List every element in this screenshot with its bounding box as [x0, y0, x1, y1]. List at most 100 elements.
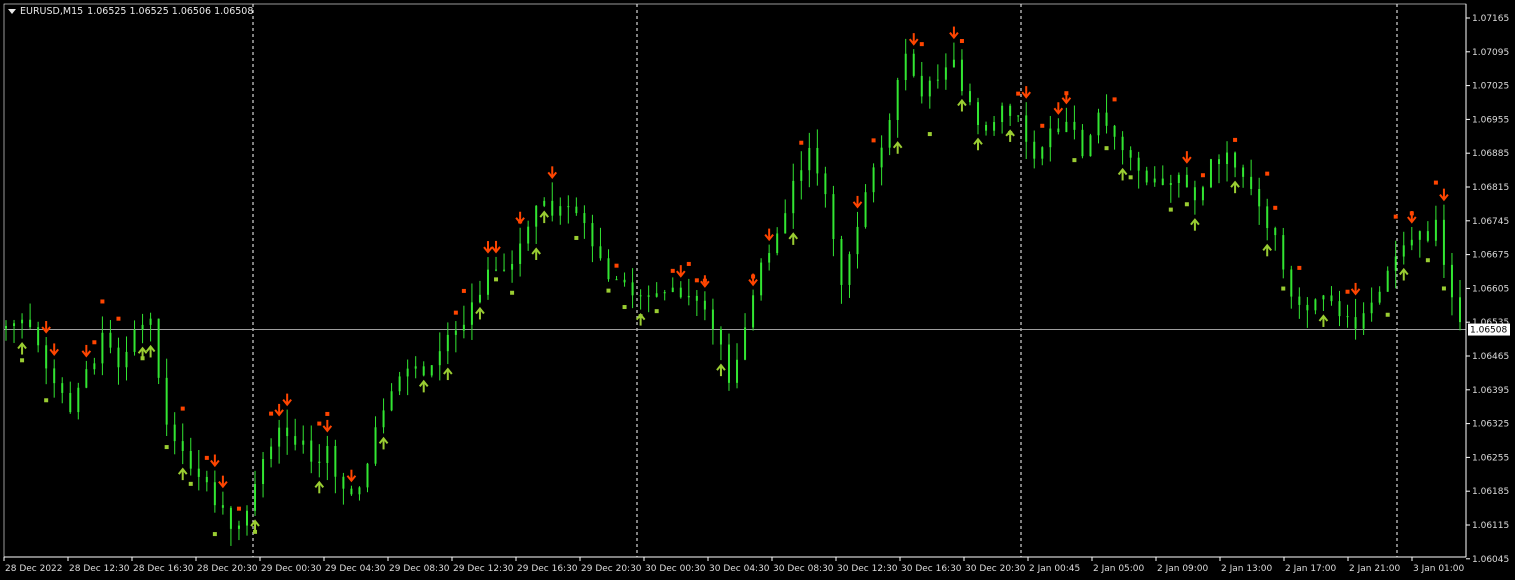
candle-body [1274, 228, 1277, 236]
candle-body [29, 319, 32, 328]
candle-body [1226, 152, 1229, 165]
candle-body [1193, 187, 1196, 201]
buy-dot [1128, 175, 1133, 180]
candle-body [302, 440, 305, 445]
candle-body [824, 173, 827, 195]
candle-body [358, 487, 361, 495]
candle-body [1089, 135, 1092, 157]
sell-dot [1409, 211, 1414, 216]
candle-body [342, 476, 345, 489]
buy-dot [1104, 146, 1109, 151]
candle-body [880, 147, 883, 168]
price-tick-label: 1.06955 [1472, 115, 1509, 125]
candle-body [663, 292, 666, 294]
buy-dot [212, 532, 217, 537]
buy-dot [253, 529, 258, 534]
candle-body [896, 80, 899, 121]
price-tick-label: 1.06395 [1472, 386, 1509, 396]
candle-body [703, 300, 706, 310]
candle-body [527, 226, 530, 244]
candle-body [1129, 150, 1132, 158]
candle-body [326, 446, 329, 463]
candle-body [1306, 304, 1309, 311]
candle-body [985, 124, 988, 131]
candle-body [856, 226, 859, 255]
candle-body [912, 53, 915, 76]
buy-arrow [539, 210, 550, 224]
candle-body [1346, 316, 1349, 318]
candle-body [430, 365, 433, 376]
time-tick-label: 29 Dec 04:30 [325, 564, 386, 574]
buy-arrow [788, 232, 799, 245]
price-tick-label: 1.07095 [1472, 48, 1509, 58]
sell-dot [614, 263, 619, 268]
time-tick-label: 2 Jan 00:45 [1029, 564, 1080, 574]
sell-arrow [949, 26, 959, 40]
time-tick-label: 29 Dec 20:30 [581, 564, 642, 574]
buy-arrow [418, 379, 429, 393]
candle-body [45, 345, 48, 369]
sell-dot [317, 421, 322, 426]
candle-body [93, 363, 96, 370]
candle-body [486, 269, 489, 295]
candle-body [1041, 147, 1044, 159]
sell-dot [871, 138, 876, 143]
candle-body [470, 302, 473, 325]
candle-body [1137, 157, 1140, 171]
sell-arrow [764, 228, 774, 242]
time-tick-label: 28 Dec 2022 [5, 564, 63, 574]
candle-body [1081, 129, 1084, 157]
candle-body [1370, 302, 1373, 314]
sell-dot [100, 299, 105, 304]
sell-dot [1265, 171, 1270, 176]
buy-dot [20, 358, 25, 363]
dropdown-triangle-icon[interactable] [8, 9, 16, 14]
sell-dot [92, 340, 97, 345]
sell-dot [461, 288, 466, 293]
candle-body [936, 79, 939, 81]
sell-arrow [1350, 282, 1361, 296]
symbol-header[interactable]: EURUSD,M15 1.06525 1.06525 1.06506 1.065… [8, 6, 253, 17]
candle-body [406, 368, 409, 377]
candle-body [623, 279, 626, 283]
candle-body [977, 102, 980, 125]
candle-body [711, 309, 714, 330]
candle-body [1394, 256, 1397, 271]
candle-body [800, 170, 803, 181]
candle-body [1314, 299, 1317, 311]
candle-body [157, 318, 160, 378]
candle-body [254, 483, 257, 511]
candle-body [575, 206, 578, 214]
candle-body [21, 319, 24, 324]
candle-body [422, 366, 425, 376]
sell-dot [959, 39, 964, 44]
plot-border [3, 3, 1467, 558]
price-chart[interactable]: 1.07165 1.07095 1.07025 1.06955 1.06885 1.068… [0, 0, 1515, 580]
candle-body [1282, 235, 1285, 270]
candle-body [149, 318, 152, 325]
sell-arrow [908, 33, 919, 46]
current-price-tag: 1.06508 [1468, 323, 1510, 336]
candle-body [1065, 121, 1068, 133]
buy-dot [622, 305, 627, 310]
time-tick-label: 28 Dec 20:30 [197, 564, 258, 574]
candle-body [1169, 182, 1172, 185]
candle-body [1426, 231, 1429, 241]
chart-window[interactable]: 1.07165 1.07095 1.07025 1.06955 1.06885 1.068… [0, 0, 1515, 580]
candle-body [1001, 105, 1004, 123]
candle-body [1177, 174, 1180, 183]
symbol-label: EURUSD,M15 [20, 6, 84, 17]
price-tick-label: 1.06045 [1472, 555, 1509, 565]
candle-body [61, 383, 64, 393]
candle-body [213, 482, 216, 506]
candle-body [1209, 159, 1212, 188]
candle-body [5, 325, 7, 329]
candle-body [872, 167, 875, 193]
sell-dot [1345, 289, 1350, 294]
buy-dot [44, 398, 49, 403]
time-tick-label: 2 Jan 21:00 [1349, 564, 1401, 574]
candle-body [37, 327, 40, 346]
candle-body [77, 387, 80, 413]
buy-arrow [1230, 180, 1240, 194]
candle-body [1113, 125, 1116, 137]
